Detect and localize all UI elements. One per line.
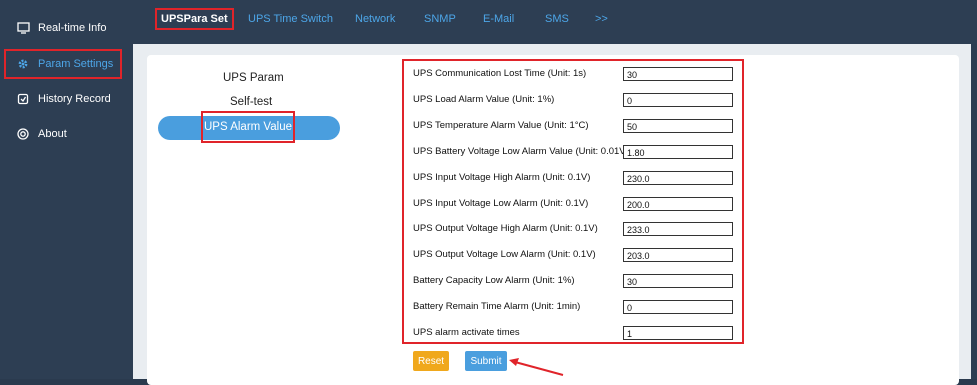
sidebar: Real-time Info Param Settings History Re… xyxy=(0,0,133,379)
alarm-activate-times-input[interactable]: 1 xyxy=(623,326,733,340)
tab-sms[interactable]: SMS xyxy=(545,13,569,25)
tab-upspara-set[interactable]: UPSPara Set xyxy=(155,8,234,30)
temperature-alarm-input[interactable]: 50 xyxy=(623,119,733,133)
field-label: UPS Communication Lost Time (Unit: 1s) xyxy=(413,68,587,79)
input-voltage-high-input[interactable]: 230.0 xyxy=(623,171,733,185)
sidebar-item-about[interactable]: About xyxy=(6,121,120,147)
submenu-item-self-test[interactable]: Self-test xyxy=(230,96,272,108)
battery-voltage-low-input[interactable]: 1.80 xyxy=(623,145,733,159)
submit-button[interactable]: Submit xyxy=(465,351,507,371)
field-label: UPS Battery Voltage Low Alarm Value (Uni… xyxy=(413,146,629,157)
monitor-icon xyxy=(16,21,30,35)
sidebar-item-param-settings[interactable]: Param Settings xyxy=(4,49,122,79)
sidebar-item-label: Real-time Info xyxy=(38,22,107,34)
field-label: Battery Capacity Low Alarm (Unit: 1%) xyxy=(413,275,575,286)
gear-icon xyxy=(16,57,30,71)
app-frame: Real-time Info Param Settings History Re… xyxy=(0,0,977,385)
sidebar-item-label: About xyxy=(38,128,67,140)
sidebar-item-realtime-info[interactable]: Real-time Info xyxy=(6,15,120,41)
top-navigation: UPSPara Set UPS Time Switch Network SNMP… xyxy=(133,0,977,44)
battery-capacity-low-input[interactable]: 30 xyxy=(623,274,733,288)
field-label: UPS Load Alarm Value (Unit: 1%) xyxy=(413,94,555,105)
pointer-arrow-icon xyxy=(509,358,564,376)
field-label: UPS Output Voltage Low Alarm (Unit: 0.1V… xyxy=(413,249,596,260)
field-label: UPS Temperature Alarm Value (Unit: 1°C) xyxy=(413,120,589,131)
tab-snmp[interactable]: SNMP xyxy=(424,13,456,25)
field-label: UPS Input Voltage High Alarm (Unit: 0.1V… xyxy=(413,172,591,183)
tab-email[interactable]: E-Mail xyxy=(483,13,514,25)
battery-remain-time-input[interactable]: 0 xyxy=(623,300,733,314)
info-icon xyxy=(16,127,30,141)
input-voltage-low-input[interactable]: 200.0 xyxy=(623,197,733,211)
history-icon xyxy=(16,92,30,106)
field-label: UPS Output Voltage High Alarm (Unit: 0.1… xyxy=(413,223,598,234)
field-label: UPS Input Voltage Low Alarm (Unit: 0.1V) xyxy=(413,198,589,209)
tab-network[interactable]: Network xyxy=(355,13,395,25)
output-voltage-low-input[interactable]: 203.0 xyxy=(623,248,733,262)
sidebar-item-history-record[interactable]: History Record xyxy=(6,86,120,112)
reset-button[interactable]: Reset xyxy=(413,351,449,371)
tab-more[interactable]: >> xyxy=(595,13,608,25)
field-label: Battery Remain Time Alarm (Unit: 1min) xyxy=(413,301,581,312)
tab-ups-time-switch[interactable]: UPS Time Switch xyxy=(248,13,333,25)
sidebar-item-label: History Record xyxy=(38,93,111,105)
sidebar-item-label: Param Settings xyxy=(38,58,114,70)
load-alarm-input[interactable]: 0 xyxy=(623,93,733,107)
submenu-item-ups-alarm-value[interactable]: UPS Alarm Value xyxy=(201,111,295,143)
field-label: UPS alarm activate times xyxy=(413,327,520,338)
output-voltage-high-input[interactable]: 233.0 xyxy=(623,222,733,236)
submenu-item-ups-param[interactable]: UPS Param xyxy=(223,72,284,84)
comm-lost-time-input[interactable]: 30 xyxy=(623,67,733,81)
